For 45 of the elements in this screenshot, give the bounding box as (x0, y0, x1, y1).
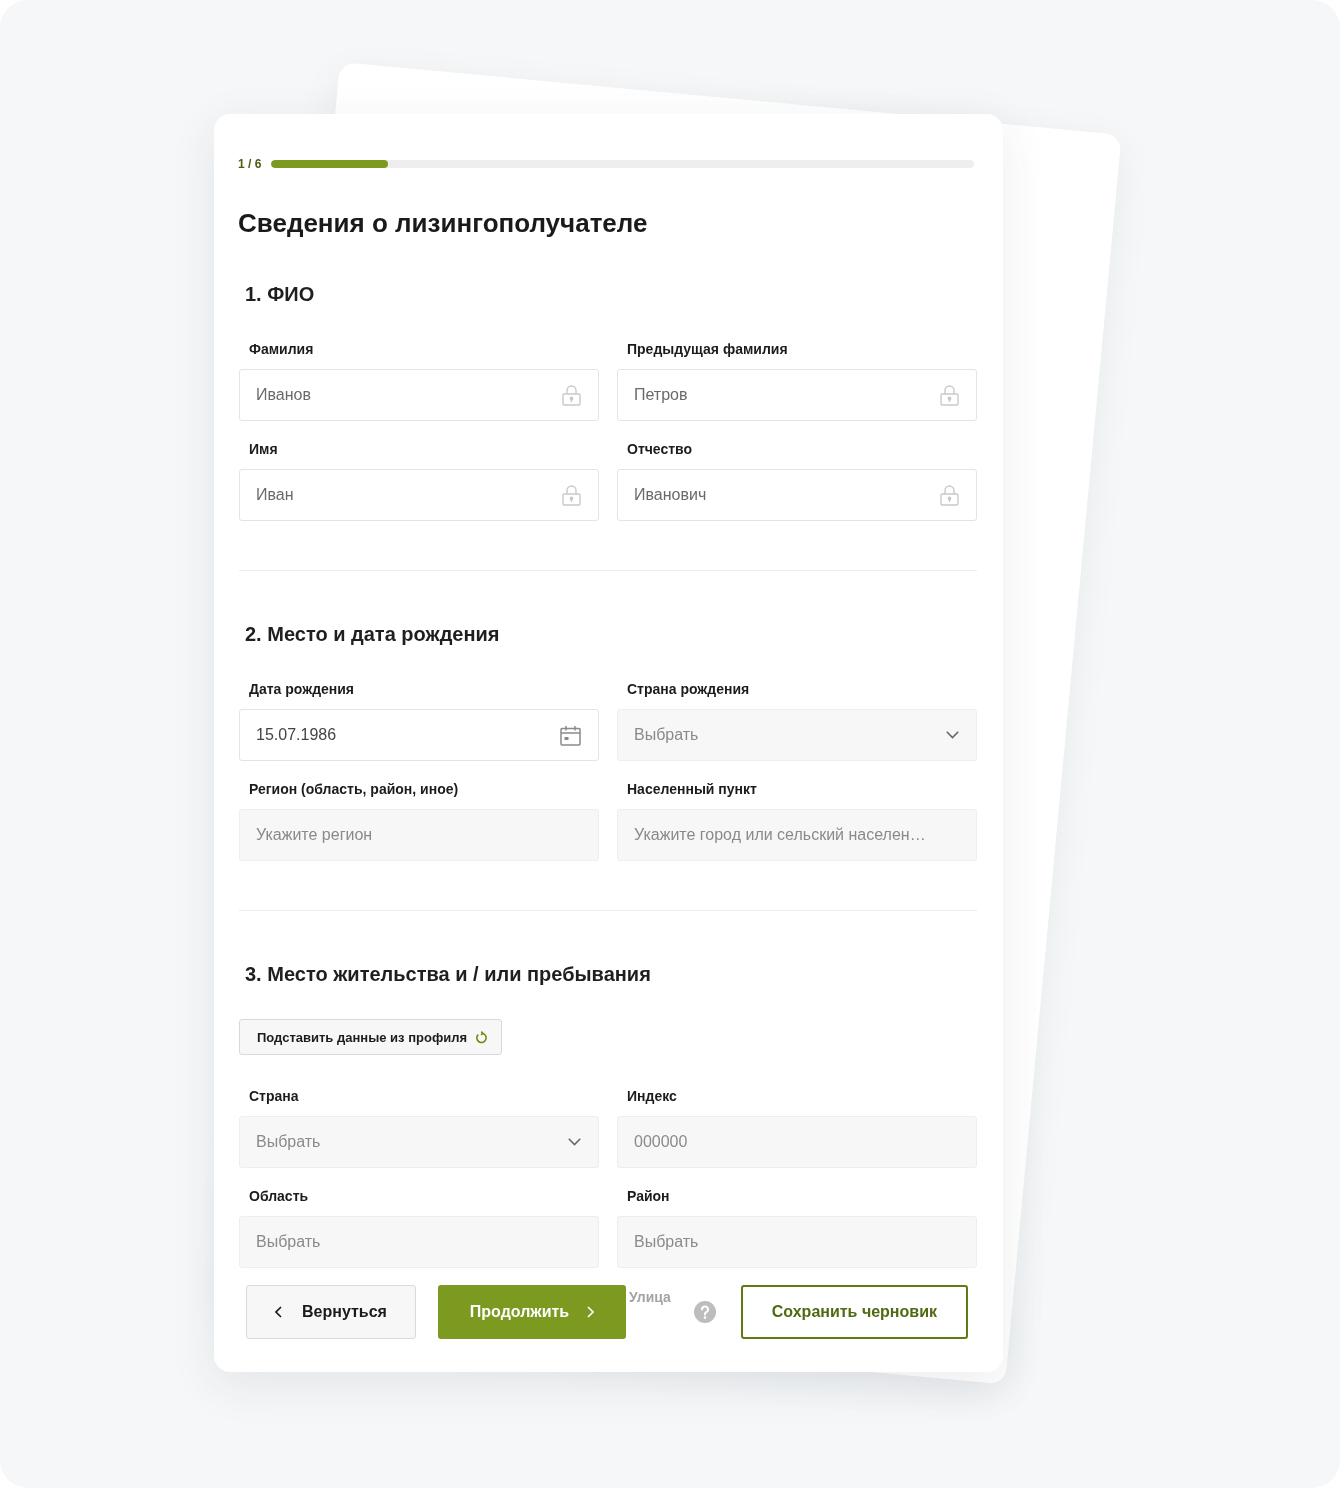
field-label: Регион (область, район, иное) (248, 780, 459, 799)
input-field[interactable]: Иванович (617, 469, 977, 521)
field-label: Область (248, 1187, 309, 1206)
refresh-icon (475, 1030, 488, 1044)
section-heading: 3. Место жительства и / или пребывания (244, 962, 652, 987)
section-heading: 1. ФИО (244, 282, 316, 307)
chevron-left-icon (275, 1306, 283, 1318)
section-heading: 2. Место и дата рождения (244, 622, 501, 647)
select-field[interactable]: Выбрать (617, 709, 977, 761)
input-field[interactable]: Иванов (239, 369, 599, 421)
back-button[interactable]: Вернуться (246, 1285, 416, 1339)
lock-icon (562, 384, 581, 406)
input-field[interactable]: Петров (617, 369, 977, 421)
input-field[interactable]: Укажите город или сельский населен… (617, 809, 977, 861)
help-icon[interactable] (693, 1301, 716, 1323)
save-draft-button[interactable]: Сохранить черновик (740, 1285, 968, 1339)
field-label: Индекс (626, 1087, 677, 1106)
field-label: Населенный пункт (626, 780, 757, 799)
input-field[interactable]: Иван (239, 469, 599, 521)
calendar-icon (560, 724, 581, 746)
lock-icon (940, 484, 959, 506)
fill-from-profile-button[interactable]: Подставить данные из профиля (239, 1019, 503, 1055)
lock-icon (562, 484, 581, 506)
chevron-down-icon (946, 731, 959, 739)
chevron-down-icon (568, 1138, 581, 1146)
chevron-right-icon (587, 1306, 595, 1318)
input-field[interactable]: Выбрать (239, 1216, 599, 1268)
field-label: Страна (248, 1087, 299, 1106)
field-label: Район (626, 1187, 670, 1206)
input-field[interactable]: 000000 (617, 1116, 977, 1168)
date-field[interactable]: 15.07.1986 (239, 709, 599, 761)
field-label: Страна рождения (626, 680, 750, 699)
field-label: Улица (629, 1288, 671, 1306)
page-title: Сведения о лизингополучателе (238, 207, 649, 239)
field-label: Отчество (626, 440, 693, 459)
field-label: Предыдущая фамилия (626, 340, 788, 359)
continue-button[interactable]: Продолжить (438, 1285, 626, 1339)
select-field[interactable]: Выбрать (239, 1116, 599, 1168)
input-field[interactable]: Выбрать (617, 1216, 977, 1268)
input-field[interactable]: Укажите регион (239, 809, 599, 861)
lock-icon (940, 384, 959, 406)
field-label: Фамилия (248, 340, 314, 359)
field-label: Имя (248, 440, 278, 459)
field-label: Дата рождения (248, 680, 355, 699)
step-counter: 1 / 6 (238, 158, 262, 170)
